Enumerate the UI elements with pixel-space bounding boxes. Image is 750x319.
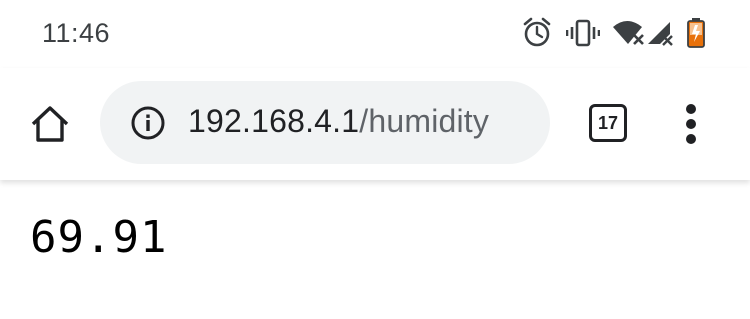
signal-off-icon xyxy=(646,17,676,54)
menu-dot-icon xyxy=(686,134,696,144)
status-bar: 11:46 xyxy=(0,0,750,68)
url-path: /humidity xyxy=(359,103,490,139)
url-text[interactable]: 192.168.4.1/humidity xyxy=(188,103,489,140)
home-icon xyxy=(31,106,69,142)
page-content: 69.91 xyxy=(0,180,750,319)
vibrate-icon xyxy=(565,17,601,54)
status-time: 11:46 xyxy=(42,18,111,48)
address-bar[interactable]: 192.168.4.1/humidity xyxy=(100,81,550,164)
battery-icon xyxy=(686,17,706,54)
url-host: 192.168.4.1 xyxy=(188,103,360,139)
status-icons xyxy=(522,17,712,49)
tab-count: 17 xyxy=(597,112,619,133)
humidity-value: 69.91 xyxy=(30,212,168,263)
home-button[interactable] xyxy=(28,102,72,146)
info-icon[interactable] xyxy=(130,105,166,141)
overflow-menu-button[interactable] xyxy=(680,102,704,146)
wifi-off-icon xyxy=(612,17,646,54)
browser-toolbar: 192.168.4.1/humidity 17 xyxy=(0,68,750,180)
menu-dot-icon xyxy=(686,104,696,114)
menu-dot-icon xyxy=(686,119,696,129)
alarm-icon xyxy=(522,17,552,54)
tab-switcher-button[interactable]: 17 xyxy=(589,104,627,142)
